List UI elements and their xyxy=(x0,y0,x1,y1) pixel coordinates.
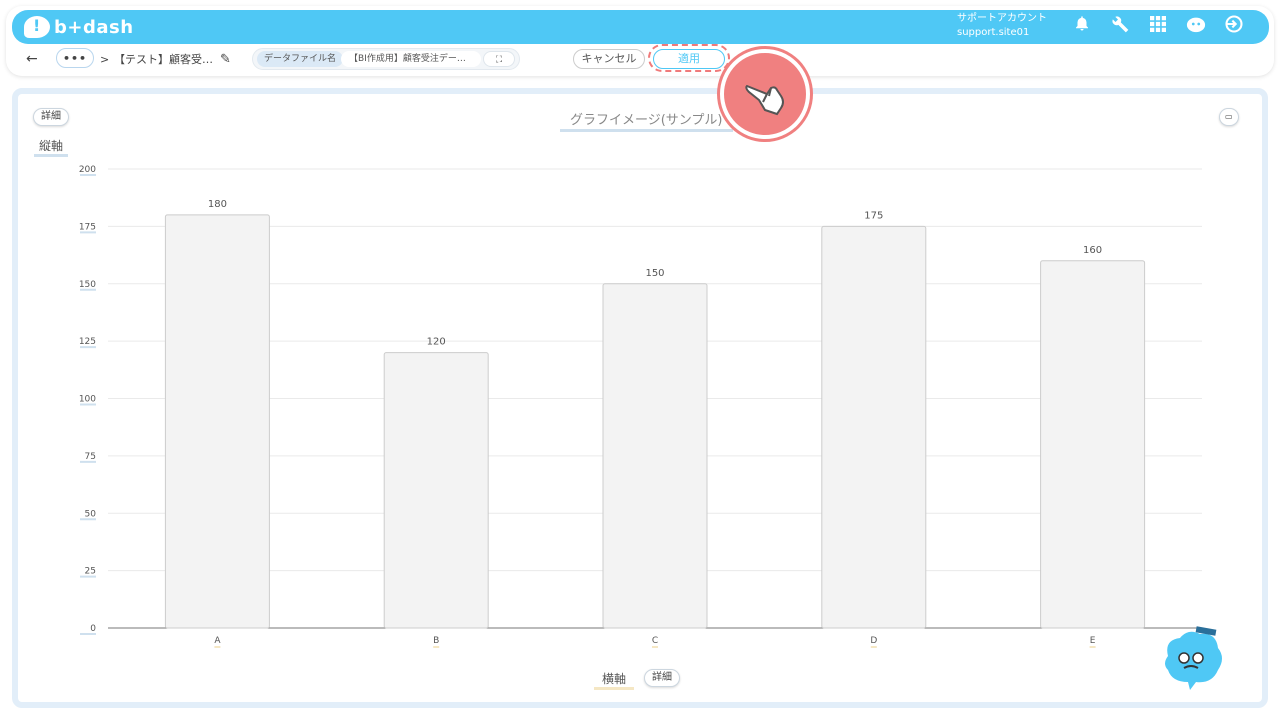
y-tick-label: 125 xyxy=(79,337,96,347)
bar xyxy=(821,225,927,629)
bar xyxy=(164,214,270,629)
y-tick-underline xyxy=(80,403,96,406)
x-tick-label: E xyxy=(1090,636,1096,646)
mascot-icon[interactable] xyxy=(1160,626,1226,690)
y-tick-underline xyxy=(80,460,96,463)
x-tick-underline xyxy=(652,646,658,648)
y-tick-label: 200 xyxy=(79,165,96,175)
data-label: 175 xyxy=(864,210,883,221)
y-tick-label: 25 xyxy=(85,567,96,577)
y-tick-underline xyxy=(80,633,96,635)
y-tick-label: 50 xyxy=(85,509,97,519)
y-tick-underline xyxy=(80,288,96,291)
bar xyxy=(383,352,489,629)
data-label: 150 xyxy=(645,268,664,279)
y-tick-underline xyxy=(80,575,96,578)
x-tick-underline xyxy=(870,646,877,648)
bar xyxy=(1040,260,1146,629)
y-tick-underline xyxy=(80,346,96,349)
bar xyxy=(602,283,708,629)
x-tick-label: A xyxy=(214,636,221,646)
bar-chart: 0 25 50 75 100 125 150 175 200 180 A 120 B 150 C 175 D 16… xyxy=(79,165,1202,648)
data-label: 120 xyxy=(427,337,446,348)
y-tick-underline xyxy=(80,231,96,234)
pointer-hand-icon xyxy=(720,49,810,139)
y-tick-label: 75 xyxy=(85,452,96,462)
y-tick-label: 100 xyxy=(79,395,96,405)
x-tick-underline xyxy=(433,646,440,648)
x-tick-underline xyxy=(214,646,221,648)
y-tick-label: 150 xyxy=(79,280,96,290)
data-label: 160 xyxy=(1083,245,1102,256)
y-tick-underline xyxy=(80,174,96,176)
x-tick-label: D xyxy=(870,636,877,646)
y-tick-underline xyxy=(80,518,96,521)
x-tick-underline xyxy=(1089,646,1096,648)
data-label: 180 xyxy=(208,199,227,210)
x-tick-label: B xyxy=(433,636,439,646)
x-tick-label: C xyxy=(652,636,658,646)
y-tick-label: 0 xyxy=(90,624,96,634)
y-tick-label: 175 xyxy=(79,222,96,232)
